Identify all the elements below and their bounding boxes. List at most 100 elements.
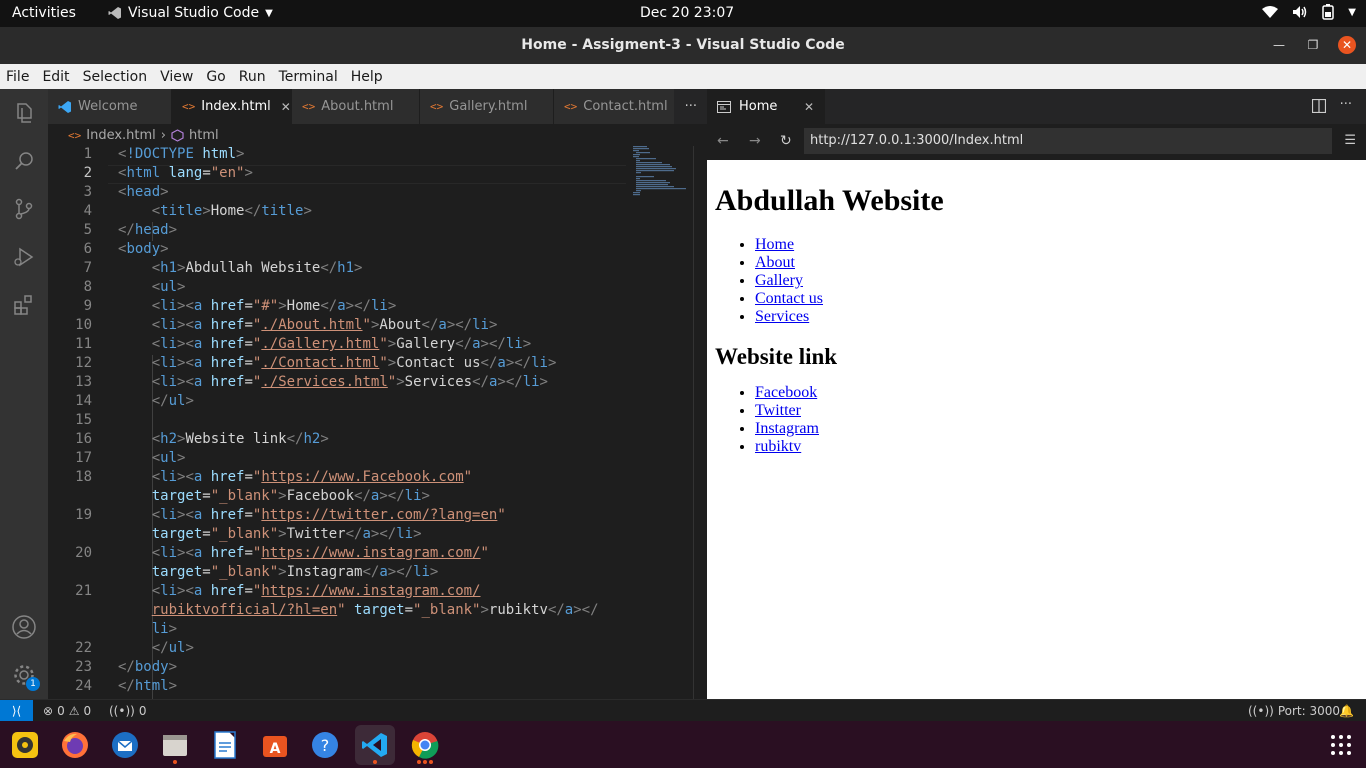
link-twitter[interactable]: Twitter [755,402,801,419]
code-line[interactable]: <li><a href="./Gallery.html">Gallery</a>… [118,336,531,352]
activities-button[interactable]: Activities [12,5,76,21]
app-menu[interactable]: Visual Studio Code ▼ [108,5,273,21]
code-line[interactable]: <title>Home</title> [118,203,312,219]
menu-file[interactable]: File [6,69,29,85]
account-icon[interactable] [10,613,38,641]
clock[interactable]: Dec 20 23:07 [640,5,734,21]
reload-icon[interactable]: ↻ [780,133,792,149]
rhythmbox-icon[interactable] [5,725,45,765]
link-home[interactable]: Home [755,236,794,253]
live-server-port[interactable]: ((•)) Port: 3000 [1248,704,1340,718]
extensions-icon[interactable] [10,291,38,319]
more-actions-icon[interactable]: ··· [675,89,707,124]
menu-run[interactable]: Run [239,69,266,85]
tab-gallery-html[interactable]: <> Gallery.html [420,89,554,124]
code-line[interactable]: rubiktvofficial/?hl=en" target="_blank">… [118,602,599,618]
browser-preview-icon [717,100,731,113]
forward-arrow-icon[interactable]: → [749,133,761,149]
close-tab-icon[interactable]: ✕ [281,100,291,114]
libreoffice-writer-icon[interactable] [205,725,245,765]
hamburger-menu-icon[interactable]: ☰ [1344,133,1356,148]
code-line[interactable]: <h1>Abdullah Website</h1> [118,260,363,276]
back-arrow-icon[interactable]: ← [717,133,729,149]
code-line[interactable]: <li><a href="./Contact.html">Contact us<… [118,355,557,371]
code-line[interactable]: target="_blank">Twitter</a></li> [118,526,422,542]
code-line[interactable]: <li><a href="https://www.instagram.com/" [118,545,489,561]
thunderbird-icon[interactable] [105,725,145,765]
code-line[interactable]: <li><a href="https://twitter.com/?lang=e… [118,507,506,523]
symbol-element-icon [171,128,184,142]
problems-indicator[interactable]: ⊗ 0 ⚠ 0 [43,704,91,718]
code-line[interactable]: <li><a href="#">Home</a></li> [118,298,397,314]
code-line[interactable]: <html lang="en"> [118,165,253,181]
close-window-button[interactable]: ✕ [1338,36,1356,54]
remote-indicator-icon[interactable]: ⟩⟨ [0,700,33,722]
menu-selection[interactable]: Selection [83,69,148,85]
code-line[interactable]: <ul> [118,279,186,295]
url-bar[interactable]: http://127.0.0.1:3000/Index.html [804,128,1332,154]
code-line[interactable]: li> [118,621,177,637]
menu-view[interactable]: View [160,69,193,85]
source-control-icon[interactable] [10,195,38,223]
link-facebook[interactable]: Facebook [755,384,817,401]
run-debug-icon[interactable] [10,243,38,271]
close-tab-icon[interactable]: ✕ [804,100,814,114]
code-line[interactable]: </ul> [118,393,194,409]
explorer-icon[interactable] [10,99,38,127]
breadcrumb-file[interactable]: Index.html [86,128,156,143]
line-number: 14 [75,393,92,409]
show-applications-icon[interactable] [1321,725,1361,765]
link-services[interactable]: Services [755,308,809,325]
files-icon[interactable] [155,725,195,765]
code-line[interactable]: <li><a href="./About.html">About</a></li… [118,317,498,333]
link-contact[interactable]: Contact us [755,290,823,307]
code-line[interactable]: </ul> [118,640,194,656]
code-line[interactable]: target="_blank">Instagram</a></li> [118,564,439,580]
code-line[interactable]: <h2>Website link</h2> [118,431,329,447]
minimap[interactable] [633,146,693,206]
warning-count: 0 [83,704,92,718]
tab-contact-html[interactable]: <> Contact.html [554,89,674,124]
running-indicator [417,760,421,764]
tab-index-html[interactable]: <> Index.html ✕ [172,89,292,124]
link-rubiktv[interactable]: rubiktv [755,438,801,455]
code-line[interactable]: </head> [118,222,177,238]
code-line[interactable]: target="_blank">Facebook</a></li> [118,488,430,504]
code-line[interactable]: <li><a href="https://www.instagram.com/ [118,583,481,599]
firefox-icon[interactable] [55,725,95,765]
link-instagram[interactable]: Instagram [755,420,819,437]
split-editor-icon[interactable] [1311,99,1326,113]
menu-help[interactable]: Help [351,69,383,85]
code-line[interactable]: </body> [118,659,177,675]
vscode-icon[interactable] [355,725,395,765]
menu-edit[interactable]: Edit [42,69,69,85]
more-actions-icon[interactable]: ··· [1340,98,1352,113]
code-line[interactable]: <head> [118,184,169,200]
ports-indicator[interactable]: ((•)) 0 [109,704,146,718]
chrome-icon[interactable] [405,725,445,765]
code-line[interactable]: <li><a href="https://www.Facebook.com" [118,469,472,485]
tab-about-html[interactable]: <> About.html [292,89,420,124]
help-icon[interactable]: ? [305,725,345,765]
link-about[interactable]: About [755,254,795,271]
list-item: rubiktv [755,438,1358,456]
minimize-button[interactable]: — [1270,36,1288,54]
code-line[interactable]: <ul> [118,450,186,466]
tab-welcome[interactable]: Welcome [48,89,172,124]
chevron-right-icon: › [160,127,166,143]
maximize-button[interactable]: ❐ [1304,36,1322,54]
link-gallery[interactable]: Gallery [755,272,803,289]
code-line[interactable]: <li><a href="./Services.html">Services</… [118,374,548,390]
code-line[interactable]: </html> [118,678,177,694]
tab-preview-home[interactable]: Home ✕ [707,89,825,124]
search-icon[interactable] [10,147,38,175]
code-line[interactable]: <!DOCTYPE html> [118,146,244,162]
app-center-icon[interactable]: A [255,725,295,765]
menu-terminal[interactable]: Terminal [279,69,338,85]
menu-go[interactable]: Go [206,69,225,85]
notifications-bell-icon[interactable]: 🔔 [1339,704,1354,718]
breadcrumb-symbol[interactable]: html [189,128,219,143]
system-tray[interactable]: ▼ [1262,4,1356,20]
editor-scrollbar[interactable] [693,146,707,699]
code-line[interactable]: <body> [118,241,169,257]
